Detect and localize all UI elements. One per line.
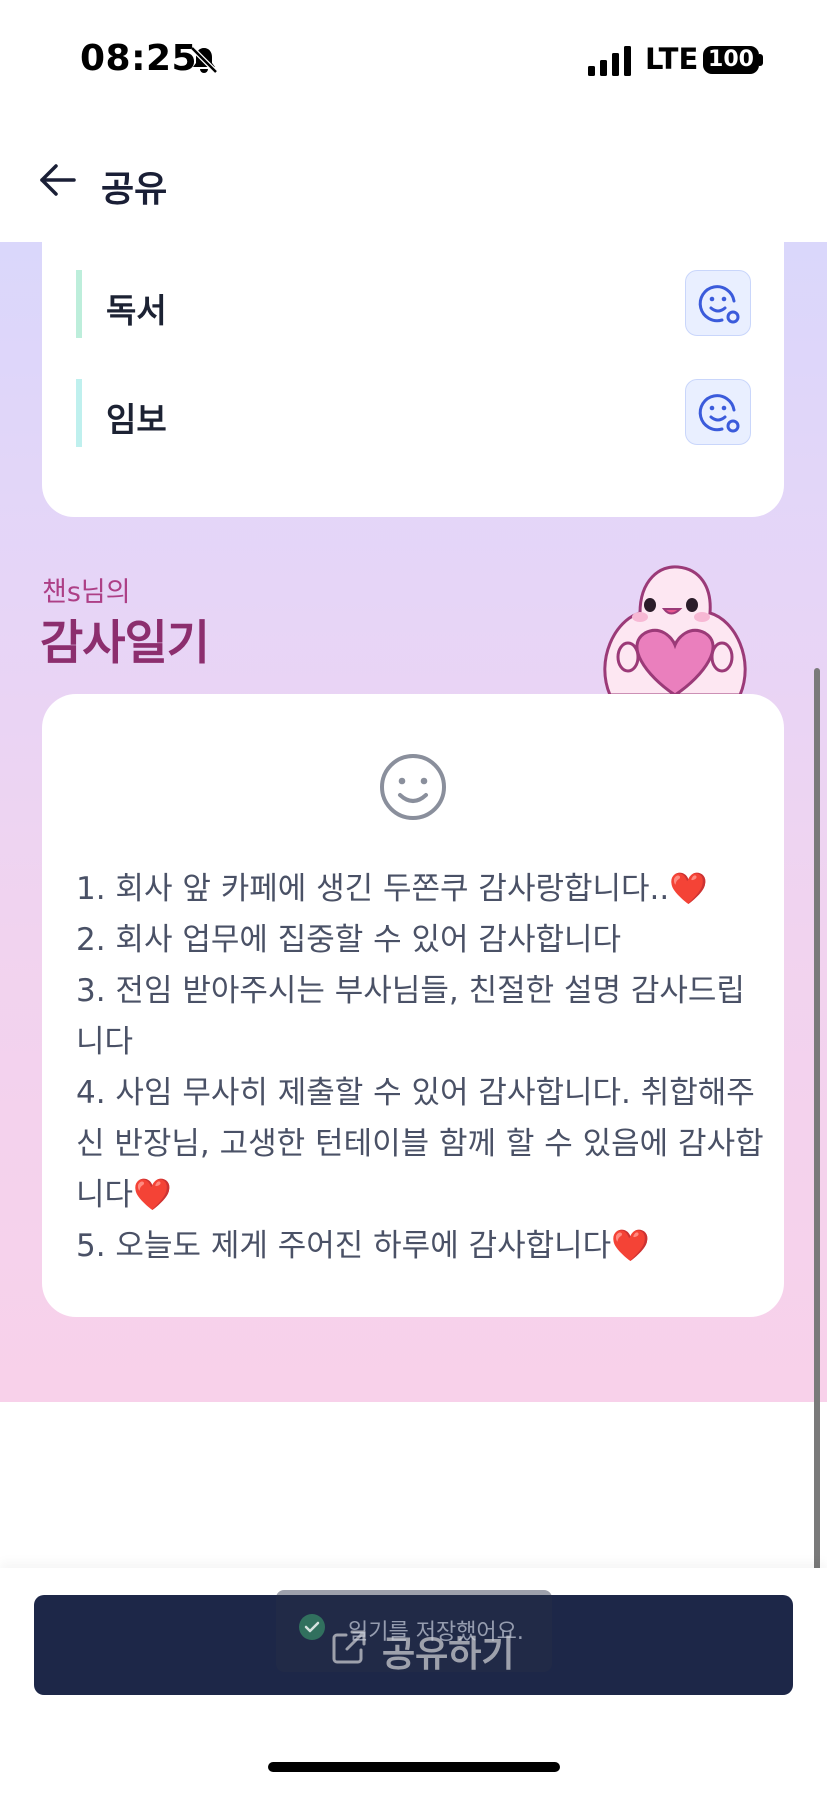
diary-line: 5. 오늘도 제게 주어진 하루에 감사합니다❤️ [76,1228,650,1264]
status-bar: 08:25 LTE 100 [0,0,827,120]
routine-label: 임보 [106,400,167,439]
network-type: LTE [645,42,699,76]
signal-icon [588,46,631,76]
arrow-left-icon[interactable] [38,160,78,200]
routine-item: 임보 [76,379,751,447]
scrollbar[interactable] [814,668,820,1716]
add-reaction-button[interactable] [685,379,751,445]
routine-label: 독서 [106,291,167,330]
routine-color-bar [76,270,82,338]
check-circle-icon [299,1614,325,1640]
diary-line: 4. 사임 무사히 제출할 수 있어 감사합니다. 취합해주신 반장님, 고생한… [76,1075,764,1213]
app-header: 공유 [0,120,827,242]
diary-title: 감사일기 [40,616,210,671]
add-reaction-button[interactable] [685,270,751,336]
status-time: 08:25 [80,38,198,79]
battery-level: 100 [708,47,754,72]
routine-item: 독서 [76,270,751,338]
diary-card: 1. 회사 앞 카페에 생긴 두쫀쿠 감사랑합니다..❤️ 2. 회사 업무에 … [42,694,784,1317]
routine-color-bar [76,379,82,447]
bell-muted-icon [190,46,218,74]
routine-card: 독서 임보 [42,242,784,517]
diary-line: 1. 회사 앞 카페에 생긴 두쫀쿠 감사랑합니다..❤️ [76,871,708,907]
page-title: 공유 [101,169,168,210]
emoji-face-add-icon [698,285,740,324]
emoji-face-add-icon [698,394,740,433]
smile-face-icon [380,754,446,820]
battery-icon: 100 [703,46,759,74]
diary-line: 2. 회사 업무에 집중할 수 있어 감사합니다 [76,922,622,958]
diary-content: 1. 회사 앞 카페에 생긴 두쫀쿠 감사랑합니다..❤️ 2. 회사 업무에 … [76,864,766,1272]
home-indicator[interactable] [268,1762,560,1772]
toast-message: 일기를 저장했어요. [348,1620,524,1645]
diary-line: 3. 전임 받아주시는 부사님들, 친절한 설명 감사드립니다 [76,973,745,1060]
battery-tip [759,54,763,66]
mascot-illustration [603,565,747,695]
